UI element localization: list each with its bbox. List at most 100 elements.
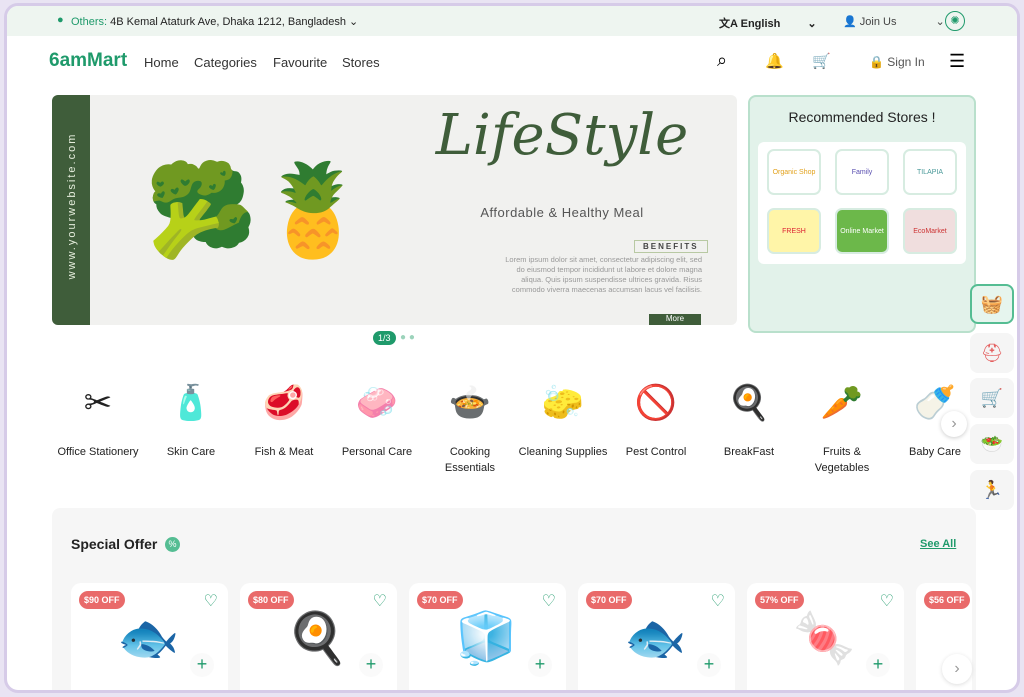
category-image: 🧼	[355, 384, 399, 422]
heart-icon[interactable]: ♡	[204, 591, 218, 611]
location-pin-icon: ●	[57, 14, 64, 26]
address-selector[interactable]: Others: 4B Kemal Ataturk Ave, Dhaka 1212…	[71, 15, 358, 28]
banner-more-button[interactable]: More	[649, 314, 701, 325]
side-module-shop-icon[interactable]: 🛒	[970, 378, 1014, 418]
category-image: 🧽	[541, 384, 585, 422]
add-to-cart-button[interactable]: +	[528, 653, 552, 677]
nav-home[interactable]: Home	[144, 55, 179, 70]
see-all-link[interactable]: See All	[920, 538, 956, 550]
lock-icon: 🔒	[869, 55, 884, 69]
product-image: 🧊	[455, 609, 518, 666]
banner-vegetables-image: 🥦🍍	[144, 160, 370, 261]
discount-badge: $90 OFF	[79, 591, 125, 609]
category-item[interactable]: 🧽 Cleaning Supplies	[518, 370, 608, 460]
heart-icon[interactable]: ♡	[711, 591, 725, 611]
nav-favourite[interactable]: Favourite	[273, 55, 327, 70]
discount-badge: $80 OFF	[248, 591, 294, 609]
product-image: 🍳	[286, 609, 349, 666]
side-module-parcel-icon[interactable]: 🏃	[970, 470, 1014, 510]
hero-banner[interactable]: www.yourwebsite.com 🥦🍍 LifeStyle Afforda…	[52, 95, 737, 325]
language-label: English	[740, 18, 781, 30]
sign-in-label: Sign In	[887, 55, 925, 69]
heart-icon[interactable]: ♡	[880, 591, 894, 611]
pager-dots[interactable]: ● ●	[400, 332, 415, 343]
category-item[interactable]: 🍳 BreakFast	[704, 370, 794, 460]
store-online-market[interactable]: Online Market	[835, 208, 889, 254]
banner-title: LifeStyle	[435, 103, 689, 168]
product-image: 🐟	[117, 609, 180, 666]
banner-pager[interactable]: 1/3	[373, 331, 396, 345]
product-card[interactable]: 🐟 $90 OFF ♡ +	[71, 583, 228, 690]
nav-categories[interactable]: Categories	[194, 55, 257, 70]
heart-icon[interactable]: ♡	[542, 591, 556, 611]
translate-icon: 文A	[719, 18, 738, 30]
special-offer-title: Special Offer	[71, 536, 158, 552]
side-module-grocery-icon[interactable]: 🧺	[970, 284, 1014, 324]
category-item[interactable]: 🧴 Skin Care	[146, 370, 236, 460]
discount-badge: $56 OFF	[924, 591, 970, 609]
category-item[interactable]: 🧼 Personal Care	[332, 370, 422, 460]
store-organic-shop[interactable]: Organic Shop	[767, 149, 821, 195]
categories-next-button[interactable]: ›	[941, 411, 967, 437]
join-us-menu[interactable]: 👤 Join Us ⌄	[843, 15, 945, 28]
theme-toggle-icon[interactable]: ✺	[945, 11, 965, 31]
banner-benefits: BENEFITS	[634, 240, 708, 253]
category-item[interactable]: 🚫 Pest Control	[611, 370, 701, 460]
category-image: 🚫	[634, 384, 678, 422]
cart-icon[interactable]: 🛒	[812, 52, 831, 70]
category-label: Fruits & Vegetables	[814, 446, 870, 474]
address-text: 4B Kemal Ataturk Ave, Dhaka 1212, Bangla…	[110, 16, 346, 28]
category-item[interactable]: ✂ Office Stationery	[53, 370, 143, 460]
store-ecomarket[interactable]: EcoMarket	[903, 208, 957, 254]
category-label: BreakFast	[723, 446, 775, 458]
sign-in-button[interactable]: 🔒 Sign In	[869, 55, 925, 69]
language-selector[interactable]: 文A English ⌄	[719, 15, 817, 31]
side-module-pharmacy-icon[interactable]: ⛑	[970, 333, 1014, 373]
category-label: Personal Care	[341, 446, 413, 458]
menu-icon[interactable]: ☰	[949, 51, 965, 72]
add-to-cart-button[interactable]: +	[697, 653, 721, 677]
search-icon[interactable]: ⌕	[717, 50, 727, 71]
side-module-food-icon[interactable]: 🥗	[970, 424, 1014, 464]
category-image: 🍲	[448, 384, 492, 422]
category-item[interactable]: 🍼 Baby Care	[890, 370, 980, 460]
product-card[interactable]: 🧊 $70 OFF ♡ +	[409, 583, 566, 690]
store-family[interactable]: Family	[835, 149, 889, 195]
category-label: Cooking Essentials	[444, 446, 496, 474]
heart-icon[interactable]: ♡	[373, 591, 387, 611]
product-card[interactable]: 🐟 $70 OFF ♡ +	[578, 583, 735, 690]
recommended-stores: Recommended Stores ! Organic Shop Family…	[748, 95, 976, 333]
category-label: Office Stationery	[57, 446, 139, 458]
store-fresh[interactable]: FRESH	[767, 208, 821, 254]
add-to-cart-button[interactable]: +	[190, 653, 214, 677]
category-label: Baby Care	[909, 446, 961, 458]
offers-next-button[interactable]: ›	[942, 654, 972, 684]
recommended-title: Recommended Stores !	[788, 109, 936, 125]
nav-stores[interactable]: Stores	[342, 55, 380, 70]
category-label: Fish & Meat	[254, 446, 314, 458]
app-window: ● Others: 4B Kemal Ataturk Ave, Dhaka 12…	[4, 3, 1020, 693]
add-to-cart-button[interactable]: +	[359, 653, 383, 677]
bell-icon[interactable]: 🔔	[765, 52, 784, 70]
category-image: 🍳	[727, 384, 771, 422]
discount-badge: $70 OFF	[417, 591, 463, 609]
discount-icon: %	[165, 537, 180, 552]
product-card[interactable]: 🍬 57% OFF ♡ +	[747, 583, 904, 690]
category-label: Skin Care	[166, 446, 216, 458]
special-offer-section: Special Offer % See All 🐟 $90 OFF ♡ + 🍳 $80 O…	[52, 508, 976, 690]
category-image: 🥕	[820, 384, 864, 422]
product-image: 🍬	[793, 609, 856, 666]
category-label: Pest Control	[625, 446, 687, 458]
category-item[interactable]: 🥩 Fish & Meat	[239, 370, 329, 460]
main-nav: 6amMart Home Categories Favourite Stores…	[7, 36, 1017, 86]
category-label: Cleaning Supplies	[518, 446, 608, 458]
add-to-cart-button[interactable]: +	[866, 653, 890, 677]
logo[interactable]: 6amMart	[49, 50, 127, 72]
product-image: 🐟	[624, 609, 687, 666]
top-bar: ● Others: 4B Kemal Ataturk Ave, Dhaka 12…	[7, 6, 1017, 36]
category-item[interactable]: 🍲 Cooking Essentials	[425, 370, 515, 476]
category-image: 🥩	[262, 384, 306, 422]
category-item[interactable]: 🥕 Fruits & Vegetables	[797, 370, 887, 476]
product-card[interactable]: 🍳 $80 OFF ♡ +	[240, 583, 397, 690]
store-tilapia[interactable]: TILAPIA	[903, 149, 957, 195]
